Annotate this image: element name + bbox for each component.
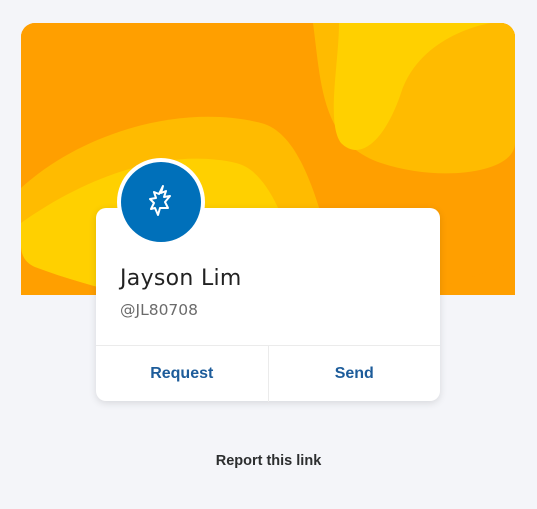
bird-icon [149,185,171,216]
send-button[interactable]: Send [267,346,441,402]
profile-name: Jayson Lim [120,266,242,291]
avatar-circle [121,162,201,242]
avatar [117,158,205,246]
profile-handle: @JL80708 [120,301,199,319]
profile-actions: Request Send [96,345,440,402]
request-button[interactable]: Request [96,346,268,402]
report-link[interactable]: Report this link [0,453,537,469]
